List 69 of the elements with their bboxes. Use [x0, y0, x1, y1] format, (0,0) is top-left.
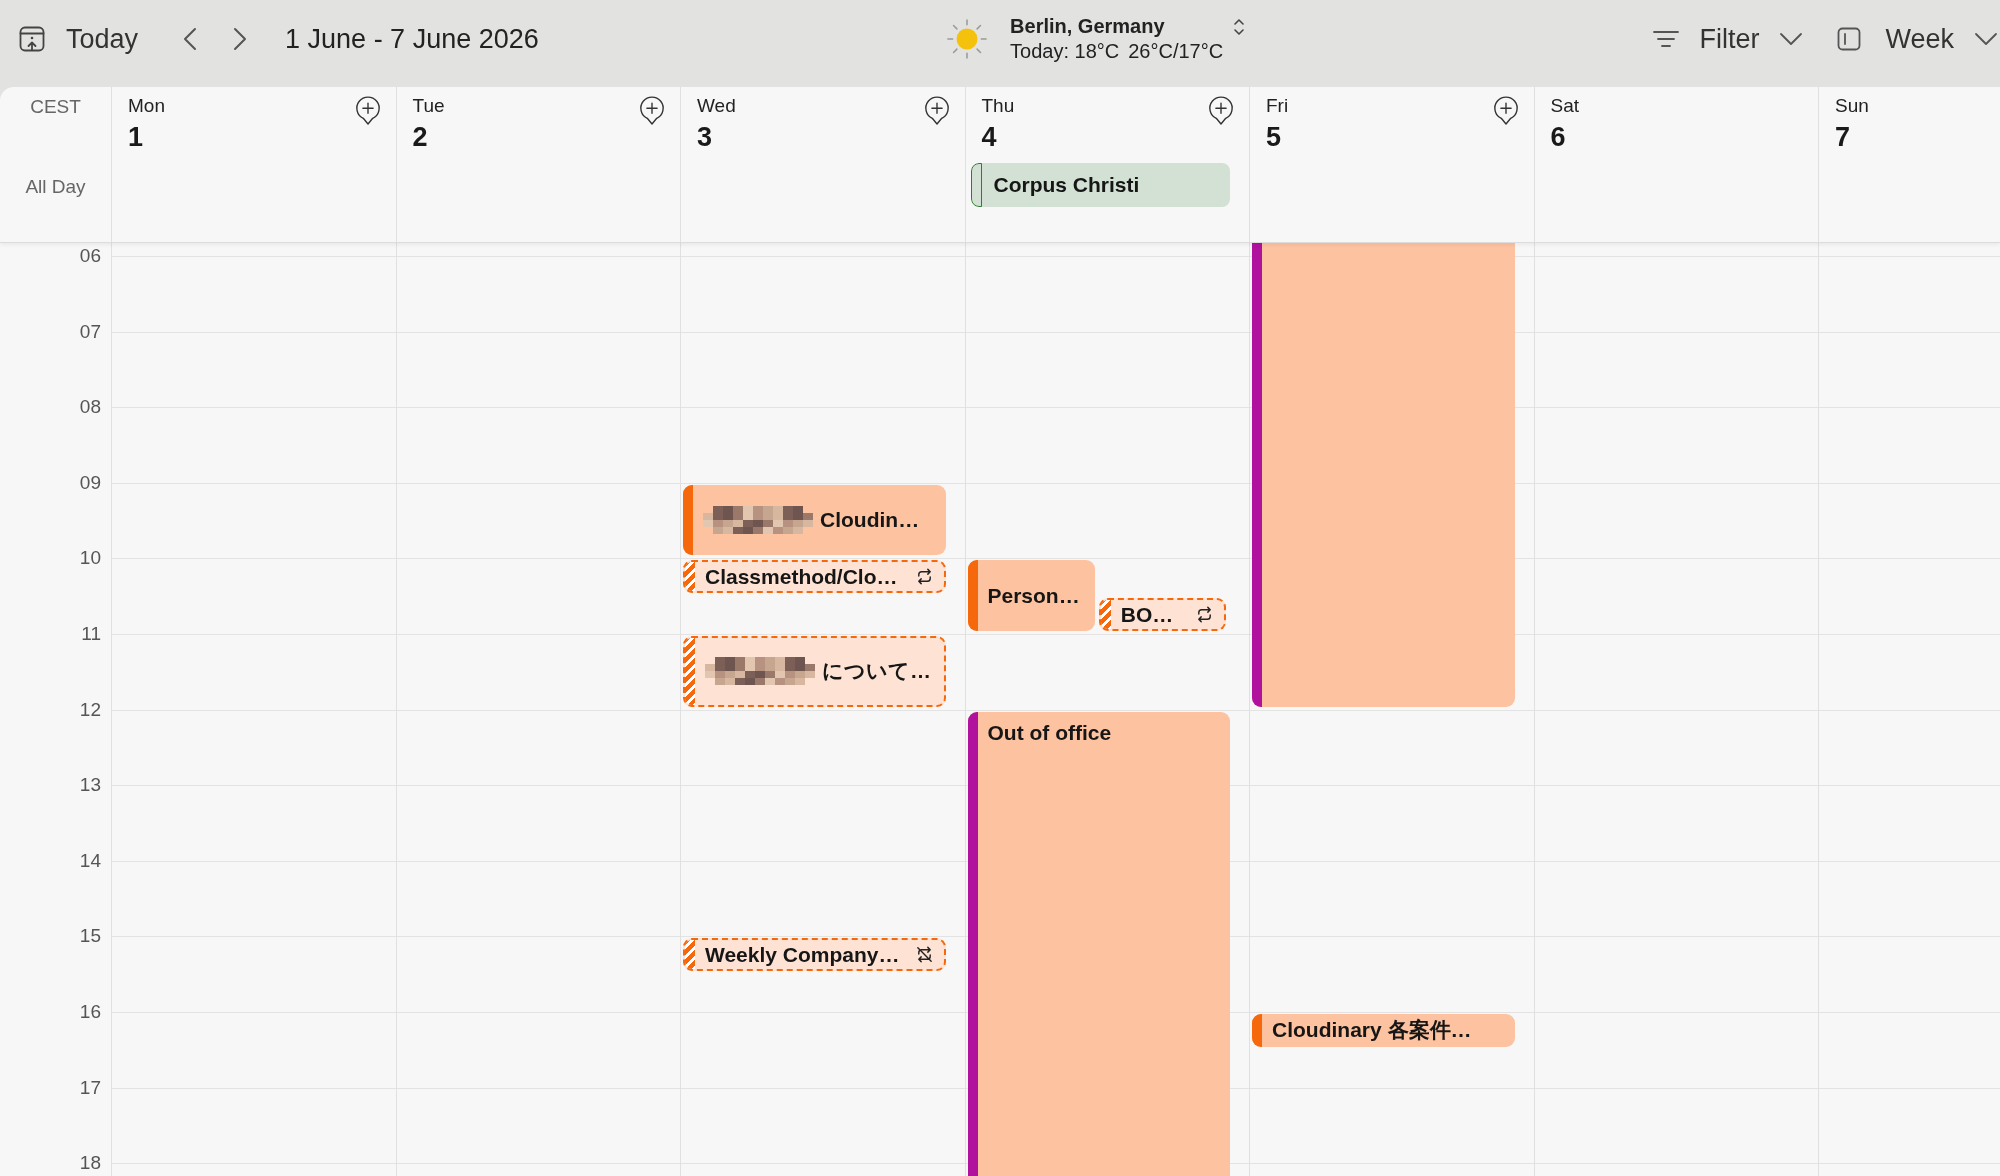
weekday-label: Sun [1835, 95, 1869, 117]
event-title: Classmethod/Clo… [705, 564, 898, 589]
temperature-range: 26°C/17°C [1128, 39, 1224, 64]
calendar-event[interactable]: Person… [967, 560, 1095, 631]
day-number: 3 [697, 121, 714, 154]
chevron-down-icon [1779, 31, 1804, 46]
all-day-label: All Day [25, 176, 86, 198]
hour-label: 10 [79, 547, 101, 570]
event-title: Out of office [987, 720, 1112, 745]
add-event-icon[interactable] [1492, 96, 1519, 126]
hour-label: 15 [79, 925, 101, 948]
calendar-icon[interactable] [19, 25, 45, 52]
calendar-event[interactable]: BO… [1098, 598, 1226, 631]
add-event-icon[interactable] [639, 96, 665, 126]
location-name: Berlin, Germany [1010, 14, 1166, 39]
filter-button[interactable]: Filter [1652, 22, 1804, 55]
weekday-label: Tue [412, 95, 445, 117]
event-title: Weekly Company… [705, 942, 900, 967]
chevron-down-icon [1974, 31, 1998, 46]
hour-label: 06 [79, 245, 101, 267]
event-title: について… [822, 659, 931, 684]
filter-icon [1652, 28, 1681, 49]
event-title: Person… [987, 583, 1080, 608]
hour-label: 11 [81, 622, 101, 645]
add-event-icon[interactable] [354, 96, 381, 126]
day-number: 2 [412, 121, 429, 154]
calendar-event[interactable]: Classmethod/Clo… [683, 560, 946, 594]
event-title: BO… [1120, 602, 1174, 627]
day-number: 7 [1835, 121, 1852, 154]
event-title: Cloudinary 各案件… [1272, 1018, 1472, 1043]
event-title: Corpus Christi [992, 172, 1140, 198]
add-event-icon[interactable] [1208, 96, 1234, 126]
calendar-event[interactable]: Weekly Company… [683, 938, 946, 972]
weekday-label: Wed [697, 95, 736, 117]
chevron-right-icon[interactable] [232, 26, 249, 51]
day-number: 4 [981, 121, 998, 154]
sun-icon [946, 17, 989, 60]
hour-label: 14 [79, 849, 101, 872]
hour-label: 12 [79, 698, 101, 721]
all-day-event[interactable]: Corpus Christi [970, 163, 1230, 207]
up-down-chevron-icon[interactable] [1233, 17, 1246, 37]
view-button[interactable]: Week [1885, 22, 1998, 55]
calendar-event[interactable]: Cloudinary 各案件… [1252, 1014, 1515, 1047]
hour-label: 17 [79, 1076, 101, 1099]
day-number: 1 [128, 121, 145, 154]
hour-label: 13 [79, 774, 101, 797]
today-button[interactable]: Today [66, 22, 139, 55]
hour-label: 08 [79, 396, 101, 419]
add-event-icon[interactable] [923, 96, 950, 126]
chevron-left-icon[interactable] [182, 26, 199, 51]
current-temperature: Today: 18°C [1010, 39, 1120, 64]
hour-label: 07 [79, 320, 101, 343]
calendar-event[interactable] [1252, 243, 1515, 707]
day-number: 5 [1266, 121, 1283, 154]
calendar-event[interactable]: Cloudin… [683, 484, 946, 556]
hour-label: 16 [79, 1000, 101, 1023]
weekday-label: Mon [128, 95, 165, 117]
weekday-label: Sat [1550, 95, 1580, 117]
date-range-title: 1 June - 7 June 2026 [285, 22, 539, 55]
hour-label: 09 [79, 471, 101, 494]
timezone-label: CEST [30, 96, 81, 118]
weekday-label: Fri [1266, 95, 1289, 117]
weekday-label: Thu [981, 95, 1015, 117]
sidebar-icon[interactable] [1837, 26, 1862, 51]
calendar-event[interactable]: について… [683, 636, 946, 707]
calendar-event[interactable]: Out of office [967, 711, 1230, 1176]
event-title: Cloudin… [820, 508, 920, 533]
day-number: 6 [1550, 121, 1567, 154]
hour-label: 18 [79, 1152, 101, 1175]
